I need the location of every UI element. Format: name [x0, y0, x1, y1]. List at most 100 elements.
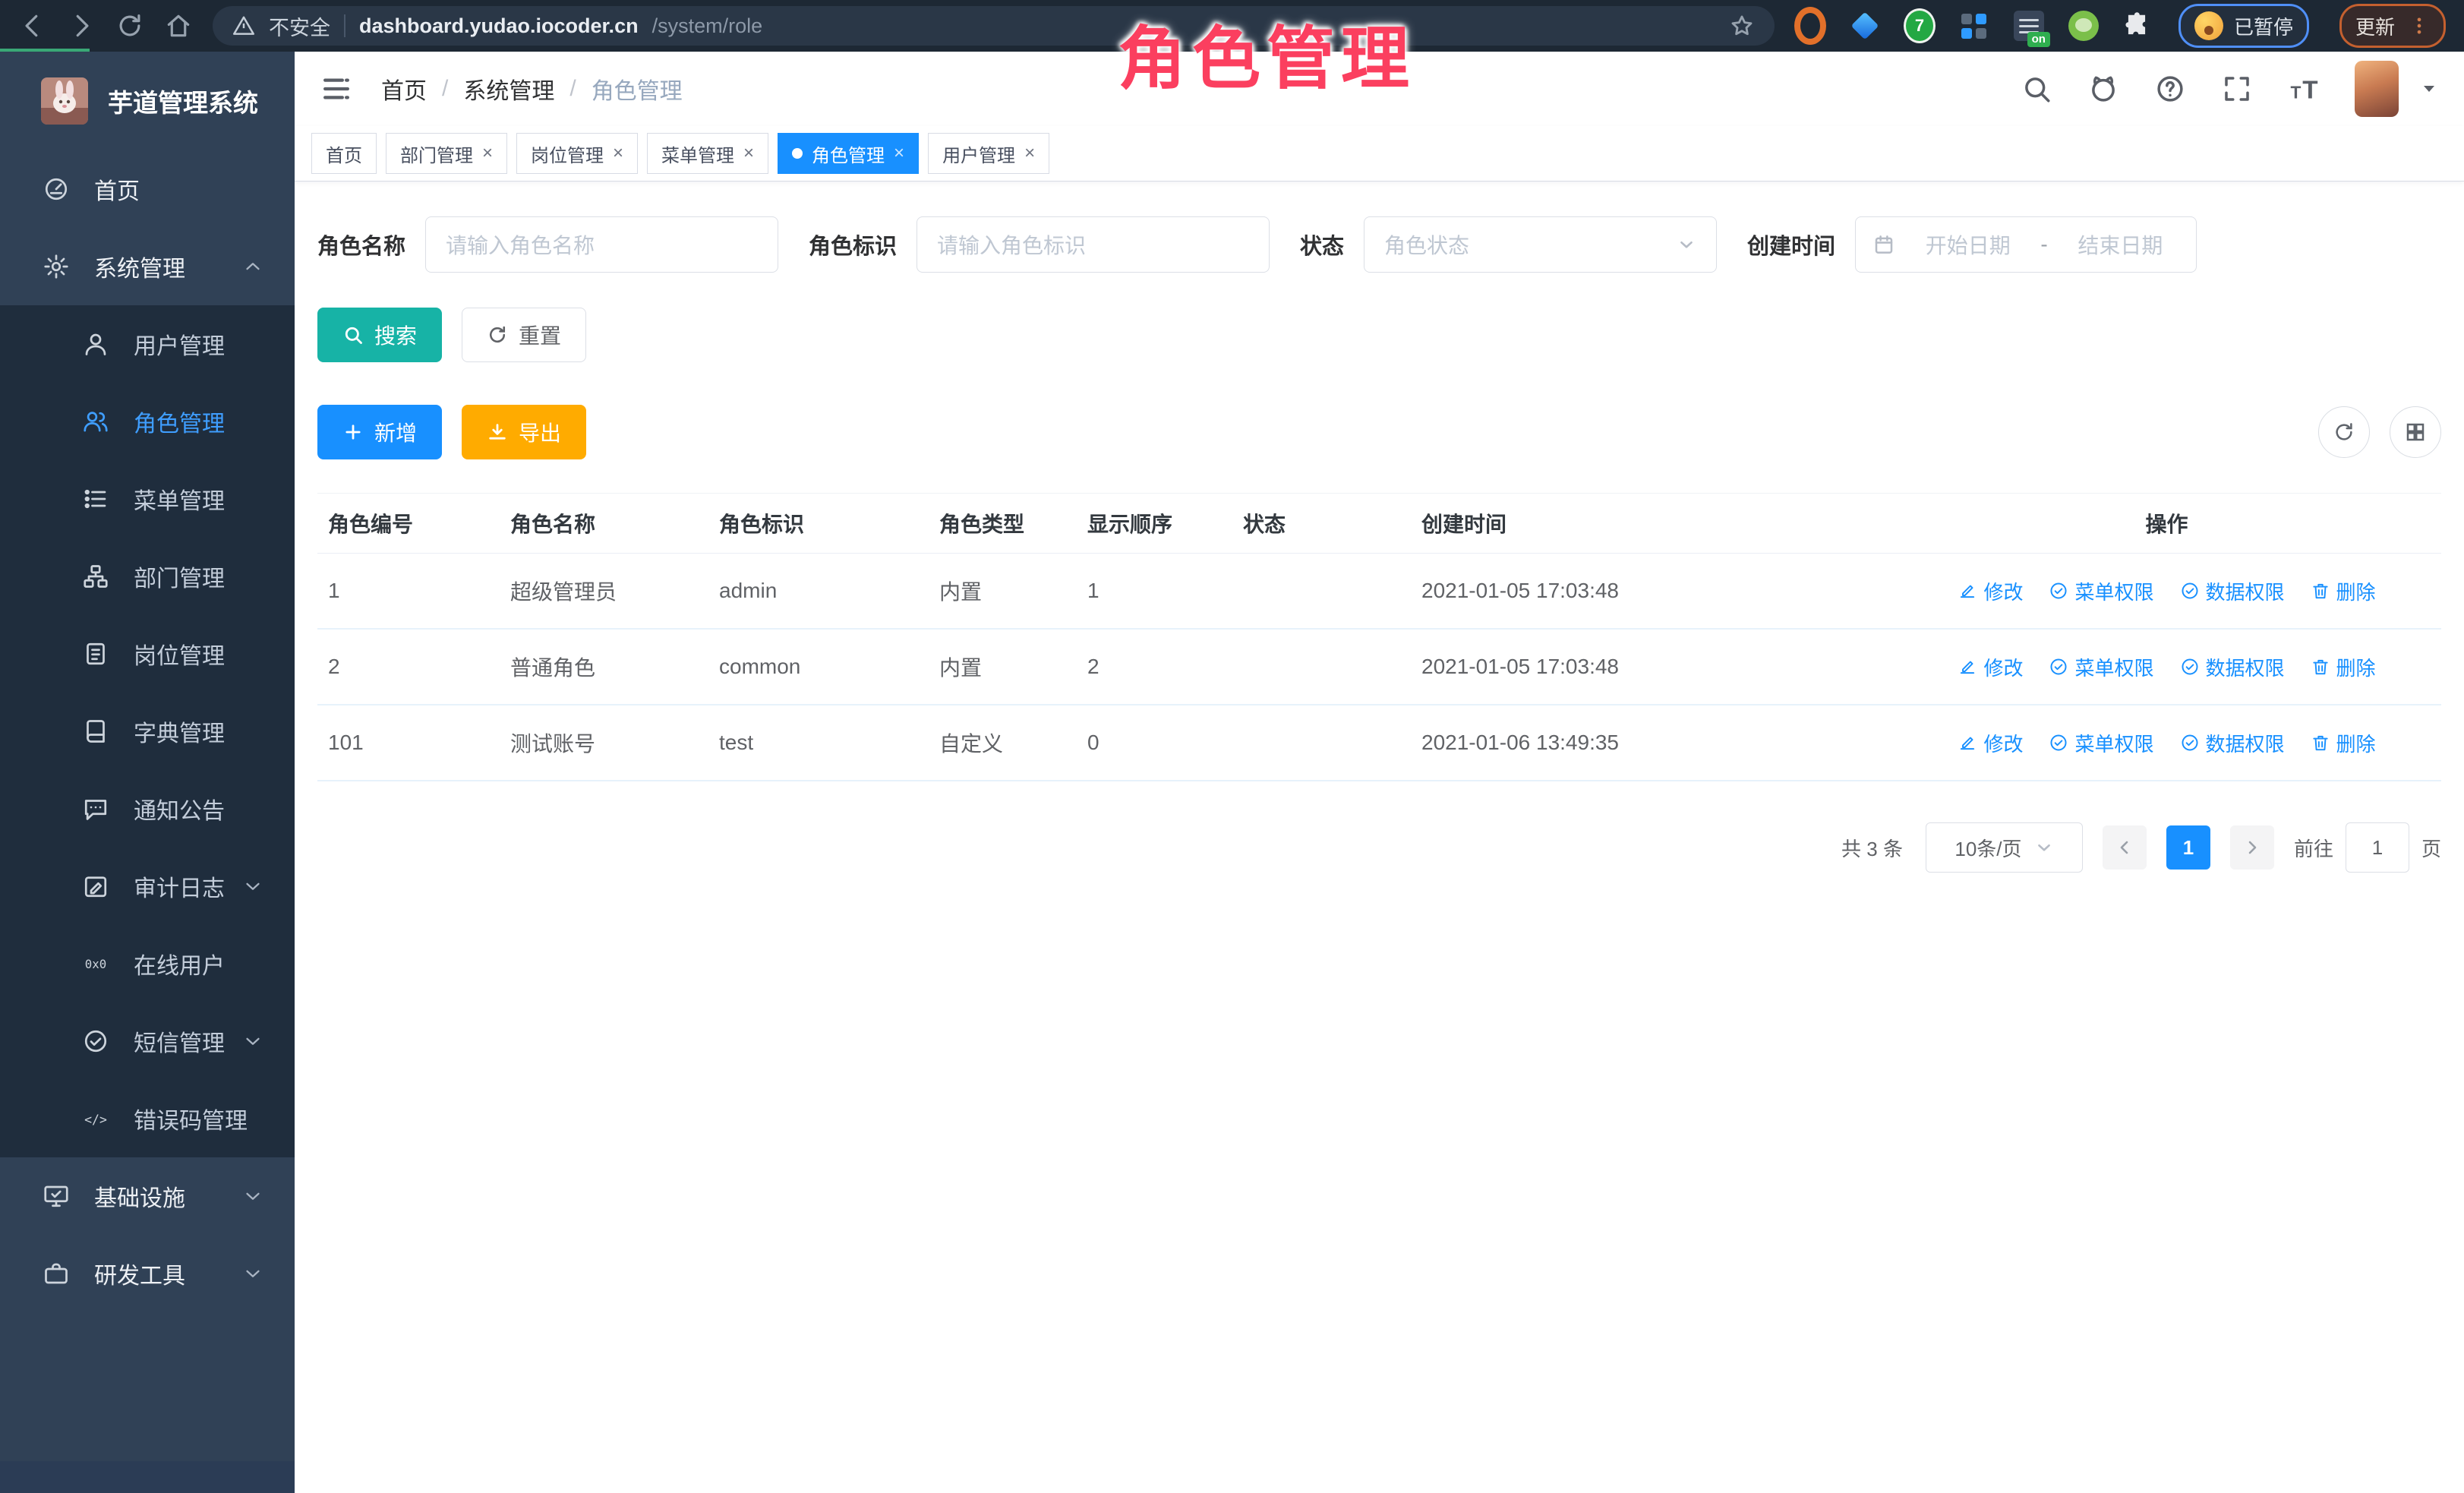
- table-cell: 2: [317, 655, 500, 679]
- action-link-修改[interactable]: 修改: [1958, 729, 2023, 757]
- tab-close-icon[interactable]: ×: [482, 144, 493, 163]
- grid-extension-icon[interactable]: [1958, 10, 1990, 42]
- url-path: /system/role: [652, 14, 763, 38]
- bookmark-star-icon[interactable]: [1729, 13, 1755, 39]
- avatar-caret-icon[interactable]: [2420, 80, 2438, 98]
- sidebar-item-角色管理[interactable]: 角色管理: [0, 383, 295, 460]
- action-link-删除[interactable]: 删除: [2311, 729, 2376, 757]
- pagination: 共 3 条 10条/页 1 前往 1 页: [317, 822, 2441, 873]
- tab-首页[interactable]: 首页: [311, 133, 377, 174]
- sidebar-logo-row[interactable]: 芋道管理系统: [0, 52, 295, 150]
- sidebar-item-字典管理[interactable]: 字典管理: [0, 693, 295, 770]
- reset-button[interactable]: 重置: [462, 308, 586, 362]
- sidebar-item-岗位管理[interactable]: 岗位管理: [0, 615, 295, 693]
- tab-close-icon[interactable]: ×: [613, 144, 623, 163]
- search-icon[interactable]: [2021, 73, 2052, 105]
- green-circle-extension-icon[interactable]: 7: [1904, 10, 1936, 42]
- switch-extension-icon[interactable]: on: [2013, 10, 2045, 42]
- sidebar-item-用户管理[interactable]: 用户管理: [0, 305, 295, 383]
- sidebar-item-短信管理[interactable]: 短信管理: [0, 1002, 295, 1080]
- action-link-菜单权限[interactable]: 菜单权限: [2049, 577, 2153, 605]
- hamburger-icon[interactable]: [320, 73, 352, 105]
- plus-icon: [342, 421, 364, 443]
- date-separator: -: [2040, 232, 2047, 257]
- fullscreen-icon[interactable]: [2221, 73, 2253, 105]
- prev-page-button[interactable]: [2103, 825, 2147, 870]
- action-link-数据权限[interactable]: 数据权限: [2180, 653, 2285, 681]
- browser-update-button[interactable]: 更新: [2339, 4, 2446, 48]
- sidebar-item-基础设施[interactable]: 基础设施: [0, 1157, 295, 1235]
- sidebar-item-首页[interactable]: 首页: [0, 150, 295, 228]
- goto-page-input[interactable]: 1: [2346, 822, 2409, 873]
- page-number-button[interactable]: 1: [2166, 825, 2210, 870]
- font-size-icon[interactable]: TT: [2288, 73, 2320, 105]
- tab-close-icon[interactable]: ×: [894, 144, 904, 163]
- status-label: 状态: [1300, 229, 1344, 260]
- browser-menu-dots-icon[interactable]: [2409, 15, 2430, 36]
- action-link-修改[interactable]: 修改: [1958, 577, 2023, 605]
- sidebar-item-在线用户[interactable]: 0x0在线用户: [0, 925, 295, 1002]
- chevron-left-icon: [2115, 838, 2134, 857]
- add-button[interactable]: 新增: [317, 405, 442, 459]
- action-link-数据权限[interactable]: 数据权限: [2180, 729, 2285, 757]
- blue-gem-extension-icon[interactable]: [1849, 10, 1881, 42]
- sidebar-item-错误码管理[interactable]: </>错误码管理: [0, 1080, 295, 1157]
- search-button[interactable]: 搜索: [317, 308, 442, 362]
- column-header: 显示顺序: [1077, 508, 1232, 538]
- github-icon[interactable]: [2087, 73, 2119, 105]
- sms-icon: [82, 1027, 109, 1055]
- address-bar[interactable]: 不安全 dashboard.yudao.iocoder.cn /system/r…: [213, 6, 1775, 46]
- tab-用户管理[interactable]: 用户管理×: [928, 133, 1049, 174]
- tab-label: 角色管理: [812, 140, 885, 167]
- extensions-puzzle-icon[interactable]: [2122, 11, 2151, 40]
- sidebar-item-label: 用户管理: [134, 327, 225, 361]
- column-header: 角色名称: [500, 508, 708, 538]
- home-icon[interactable]: [164, 11, 193, 40]
- tab-角色管理[interactable]: 角色管理 ×: [778, 133, 919, 174]
- sidebar-item-菜单管理[interactable]: 菜单管理: [0, 460, 295, 538]
- monkey-extension-icon[interactable]: [2068, 10, 2100, 42]
- page-size-select[interactable]: 10条/页: [1926, 822, 2083, 873]
- sidebar-item-label: 部门管理: [134, 560, 225, 593]
- audit-icon: [82, 873, 109, 900]
- table-cell: test: [708, 731, 929, 755]
- date-range-picker[interactable]: 开始日期 - 结束日期: [1855, 216, 2197, 273]
- user-avatar[interactable]: [2355, 61, 2399, 117]
- action-link-删除[interactable]: 删除: [2311, 577, 2376, 605]
- next-page-button[interactable]: [2230, 825, 2274, 870]
- sidebar-item-部门管理[interactable]: 部门管理: [0, 538, 295, 615]
- tab-岗位管理[interactable]: 岗位管理×: [516, 133, 638, 174]
- status-select[interactable]: 角色状态: [1364, 216, 1717, 273]
- breadcrumb-separator: /: [569, 76, 576, 102]
- breadcrumb-item[interactable]: 首页: [381, 72, 427, 106]
- orange-ring-extension-icon[interactable]: [1794, 10, 1826, 42]
- sidebar-item-研发工具[interactable]: 研发工具: [0, 1235, 295, 1312]
- breadcrumb-item[interactable]: 系统管理: [463, 72, 554, 106]
- role-key-input[interactable]: 请输入角色标识: [917, 216, 1270, 273]
- tab-菜单管理[interactable]: 菜单管理×: [647, 133, 768, 174]
- back-icon[interactable]: [18, 11, 47, 40]
- sidebar-item-系统管理[interactable]: 系统管理: [0, 228, 295, 305]
- reload-icon[interactable]: [115, 11, 144, 40]
- refresh-table-button[interactable]: [2318, 406, 2370, 458]
- role-name-input[interactable]: 请输入角色名称: [425, 216, 778, 273]
- help-icon[interactable]: [2154, 73, 2186, 105]
- action-link-修改[interactable]: 修改: [1958, 653, 2023, 681]
- action-link-菜单权限[interactable]: 菜单权限: [2049, 729, 2153, 757]
- sidebar-item-通知公告[interactable]: 通知公告: [0, 770, 295, 848]
- action-link-菜单权限[interactable]: 菜单权限: [2049, 653, 2153, 681]
- download-icon: [487, 421, 508, 443]
- tab-close-icon[interactable]: ×: [1024, 144, 1035, 163]
- action-link-数据权限[interactable]: 数据权限: [2180, 577, 2285, 605]
- action-label: 修改: [1983, 729, 2023, 757]
- sidebar-item-审计日志[interactable]: 审计日志: [0, 848, 295, 925]
- circle-check-icon: [2180, 733, 2200, 753]
- column-settings-button[interactable]: [2390, 406, 2441, 458]
- export-button[interactable]: 导出: [462, 405, 586, 459]
- tab-close-icon[interactable]: ×: [743, 144, 754, 163]
- security-label[interactable]: 不安全: [269, 11, 330, 41]
- action-link-删除[interactable]: 删除: [2311, 653, 2376, 681]
- profile-paused-pill[interactable]: 已暂停: [2178, 4, 2309, 48]
- tab-部门管理[interactable]: 部门管理×: [386, 133, 507, 174]
- forward-icon[interactable]: [67, 11, 96, 40]
